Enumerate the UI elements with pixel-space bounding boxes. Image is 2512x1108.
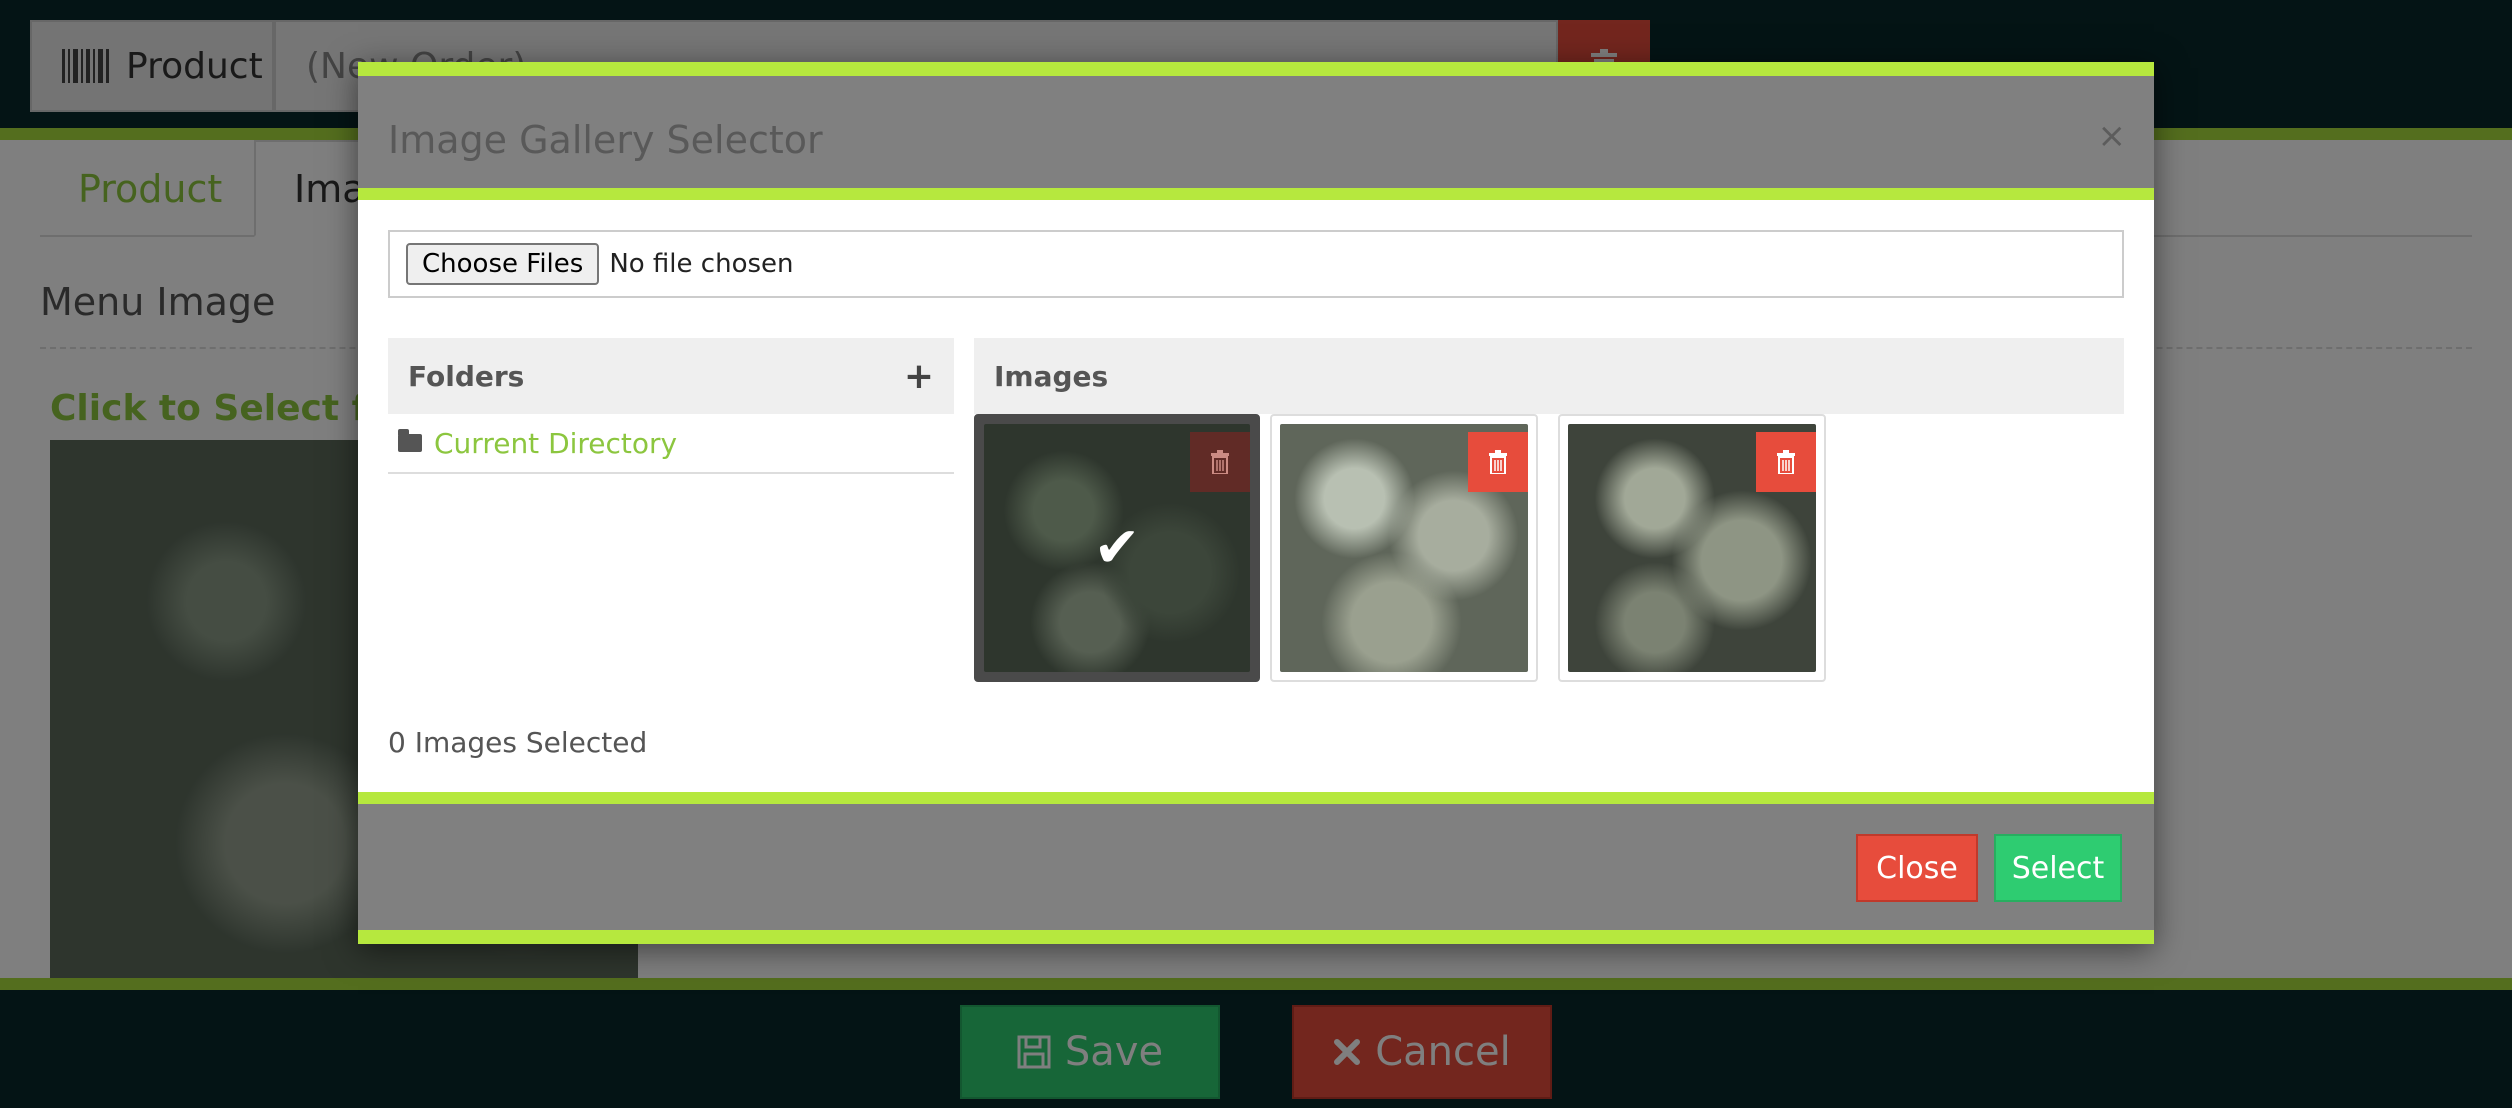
modal-title: Image Gallery Selector — [388, 118, 823, 162]
trash-icon — [1211, 450, 1229, 474]
delete-image-button[interactable] — [1756, 432, 1816, 492]
image-thumbnail[interactable] — [1270, 414, 1538, 682]
file-status: No file chosen — [609, 249, 794, 279]
close-icon[interactable]: × — [2098, 116, 2127, 156]
close-button[interactable]: Close — [1856, 834, 1978, 902]
selected-count: 0 Images Selected — [388, 726, 648, 759]
modal-header: Image Gallery Selector × — [358, 62, 2154, 200]
image-thumbnail-selected[interactable]: ✔ — [974, 414, 1260, 682]
check-icon: ✔ — [1093, 515, 1141, 581]
folders-header: Folders + — [388, 338, 954, 414]
folder-icon — [398, 429, 422, 452]
folder-label: Current Directory — [434, 426, 678, 460]
image-thumbnail[interactable] — [1558, 414, 1826, 682]
folder-item[interactable]: Current Directory — [388, 414, 954, 474]
trash-icon — [1777, 450, 1795, 474]
file-upload-input[interactable]: Choose Files No file chosen — [388, 230, 2124, 298]
image-gallery-modal: Image Gallery Selector × Choose Files No… — [358, 62, 2154, 944]
plus-icon[interactable]: + — [904, 356, 934, 397]
images-panel: Images — [974, 338, 2124, 414]
folders-panel: Folders + Current Directory — [388, 338, 954, 474]
delete-image-button[interactable] — [1468, 432, 1528, 492]
modal-footer: Close Select — [358, 792, 2154, 944]
delete-image-button[interactable] — [1190, 432, 1250, 492]
trash-icon — [1489, 450, 1507, 474]
choose-files-button[interactable]: Choose Files — [406, 243, 600, 285]
folders-heading: Folders — [408, 359, 525, 393]
images-heading: Images — [994, 359, 1109, 393]
images-header: Images — [974, 338, 2124, 414]
select-button[interactable]: Select — [1994, 834, 2122, 902]
